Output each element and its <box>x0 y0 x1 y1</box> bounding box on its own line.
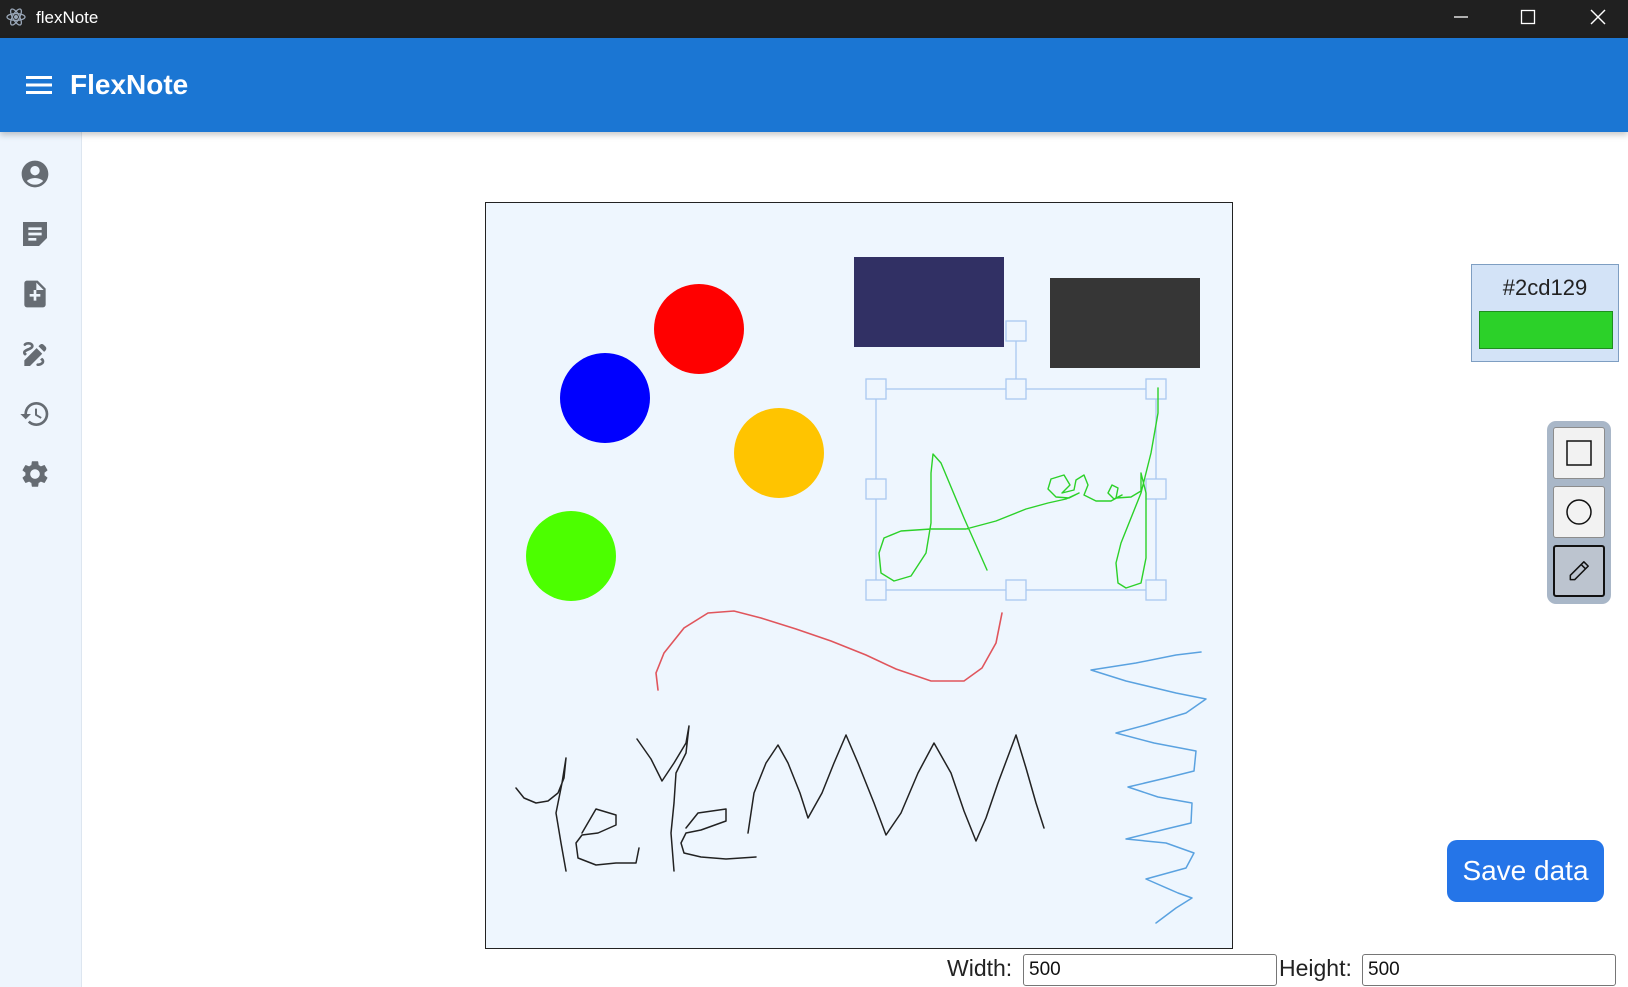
maximize-icon <box>1520 9 1536 25</box>
minimize-button[interactable] <box>1438 0 1484 34</box>
rectangle-tool-button[interactable] <box>1553 427 1605 479</box>
drawing-canvas[interactable] <box>485 202 1233 949</box>
color-picker[interactable]: #2cd129 <box>1471 264 1619 362</box>
dark-rectangle[interactable] <box>1050 278 1200 368</box>
width-label: Width: <box>947 955 1013 981</box>
blue-freehand-stroke[interactable] <box>1090 651 1207 924</box>
gear-icon <box>22 461 48 487</box>
app-title: FlexNote <box>70 69 189 100</box>
window-titlebar: flexNote <box>0 0 1628 38</box>
minimize-icon <box>1454 16 1468 18</box>
red-circle[interactable] <box>654 284 744 374</box>
sidebar-item-profile[interactable] <box>17 156 53 192</box>
height-label: Height: <box>1279 955 1352 981</box>
draw-icon <box>23 342 47 366</box>
app-logo-icon <box>6 8 26 26</box>
circle-icon <box>1566 499 1592 525</box>
width-input[interactable] <box>1023 954 1277 986</box>
red-freehand-stroke[interactable] <box>655 610 1003 691</box>
pencil-icon <box>1569 561 1589 581</box>
history-icon <box>20 402 49 426</box>
save-data-button[interactable]: Save data <box>1447 840 1604 902</box>
sidebar <box>0 132 82 987</box>
account-circle-icon <box>21 160 49 188</box>
close-button[interactable] <box>1575 0 1621 34</box>
yellow-circle[interactable] <box>734 408 824 498</box>
sidebar-item-settings[interactable] <box>17 456 53 492</box>
canvas-drawing-layer[interactable] <box>486 203 1232 948</box>
green-circle[interactable] <box>526 511 616 601</box>
pencil-tool-button[interactable] <box>1553 545 1605 597</box>
hamburger-menu-icon[interactable] <box>24 72 54 98</box>
color-hex-value: #2cd129 <box>1502 275 1588 300</box>
note-icon <box>23 222 47 246</box>
sidebar-item-notes[interactable] <box>17 216 53 252</box>
tool-palette <box>1547 421 1611 604</box>
note-add-icon <box>24 280 46 308</box>
green-freehand-stroke[interactable] <box>878 387 1159 589</box>
square-icon <box>1566 440 1592 466</box>
height-input[interactable] <box>1362 954 1616 986</box>
blue-circle[interactable] <box>560 353 650 443</box>
sidebar-item-history[interactable] <box>17 396 53 432</box>
app-header: FlexNote <box>0 38 1628 132</box>
circle-tool-button[interactable] <box>1553 486 1605 538</box>
navy-rectangle[interactable] <box>854 257 1004 347</box>
color-swatch[interactable] <box>1479 311 1613 349</box>
maximize-button[interactable] <box>1505 0 1551 34</box>
window-title: flexNote <box>36 8 99 27</box>
close-icon <box>1590 9 1606 25</box>
black-freehand-stroke[interactable] <box>515 725 1045 872</box>
sidebar-item-draw[interactable] <box>17 336 53 372</box>
sidebar-item-new-note[interactable] <box>17 276 53 312</box>
